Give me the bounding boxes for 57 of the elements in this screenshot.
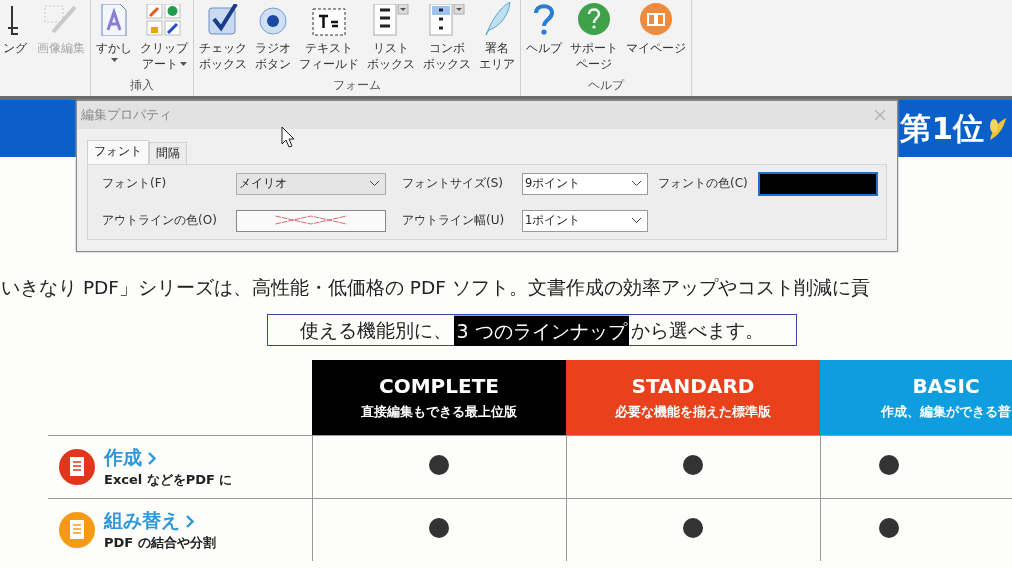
dropdown[interactable]: 1ポイント [522,209,648,232]
chevron-down-icon [370,181,379,186]
tab[interactable]: フォント [87,140,149,164]
plan-description: 作成、編集ができる普 [880,404,1012,421]
chevron-right-icon [186,514,194,528]
tab[interactable]: 間隔 [149,142,187,164]
radio-icon [258,6,288,36]
ribbon-button[interactable]: コンボ ボックス [422,0,472,72]
checkbox-icon [207,4,239,36]
clipart-icon [146,4,182,36]
ribbon-button[interactable]: チェック ボックス [198,0,248,72]
ribbon-button[interactable]: ング [0,0,30,56]
help-icon [532,4,556,36]
banner-text: 第1位 [900,108,984,148]
ribbon-button[interactable]: リスト ボックス [366,0,416,72]
text: 使える機能別に、 [299,318,454,343]
chevron-down-icon [632,181,641,186]
ribbon-button[interactable]: マイページ [625,0,687,56]
plan-description: 必要な機能を揃えた標準版 [614,404,772,421]
plan-name: COMPLETE [378,374,500,398]
field-label: フォントの色(C) [658,175,749,192]
intro-text: いきなり PDF」シリーズは、高性能・低価格の PDF ソフト。文書作成の効率アップやコスト削減に貢 [0,276,871,300]
ribbon-button[interactable]: 署名 エリア [478,0,516,72]
group-label: 挿入 [130,78,154,92]
feature-description: Excel などをPDF に [104,471,233,489]
plan-name: BASIC [911,374,981,398]
ribbon-button[interactable]: クリップ アート [139,0,189,72]
dropdown[interactable]: メイリオ [236,172,386,195]
ribbon-button[interactable]: すかし [95,0,133,62]
brush-icon [43,4,79,36]
text: から選べます。 [629,318,765,343]
plan-name: STANDARD [630,374,756,398]
field-label: フォントサイズ(S) [402,175,504,192]
listbox-icon [373,4,409,36]
field-label: フォント(F) [102,175,168,192]
field-label: アウトライン幅(U) [402,212,506,229]
combobox-icon [429,4,465,36]
text-field-icon [312,8,346,36]
ribbon-button[interactable]: ラジオ ボタン [254,0,292,72]
document-icon [100,4,128,36]
group-label: フォーム [333,78,381,92]
color-swatch[interactable] [236,209,386,232]
chevron-down-icon [632,218,641,223]
dropdown[interactable]: 9ポイント [522,172,648,195]
mouse-pointer-icon [281,126,295,148]
field-label: アウトラインの色(O) [102,212,218,229]
ribbon-button[interactable]: テキスト フィールド [298,0,360,72]
dialog-title: 編集プロパティ [81,106,172,124]
plan-description: 直接編集もできる最上位版 [360,404,518,421]
ribbon-button[interactable]: サポート ページ [569,0,619,72]
selected-text: 3 つのラインナップ [454,314,629,346]
ribbon-button[interactable]: ヘルプ [525,0,563,56]
group-label: ヘルプ [588,78,624,92]
chevron-right-icon [148,451,156,465]
feature-description: PDF の結合や分割 [104,534,216,552]
color-swatch[interactable] [758,171,878,196]
feather-icon [483,2,511,36]
